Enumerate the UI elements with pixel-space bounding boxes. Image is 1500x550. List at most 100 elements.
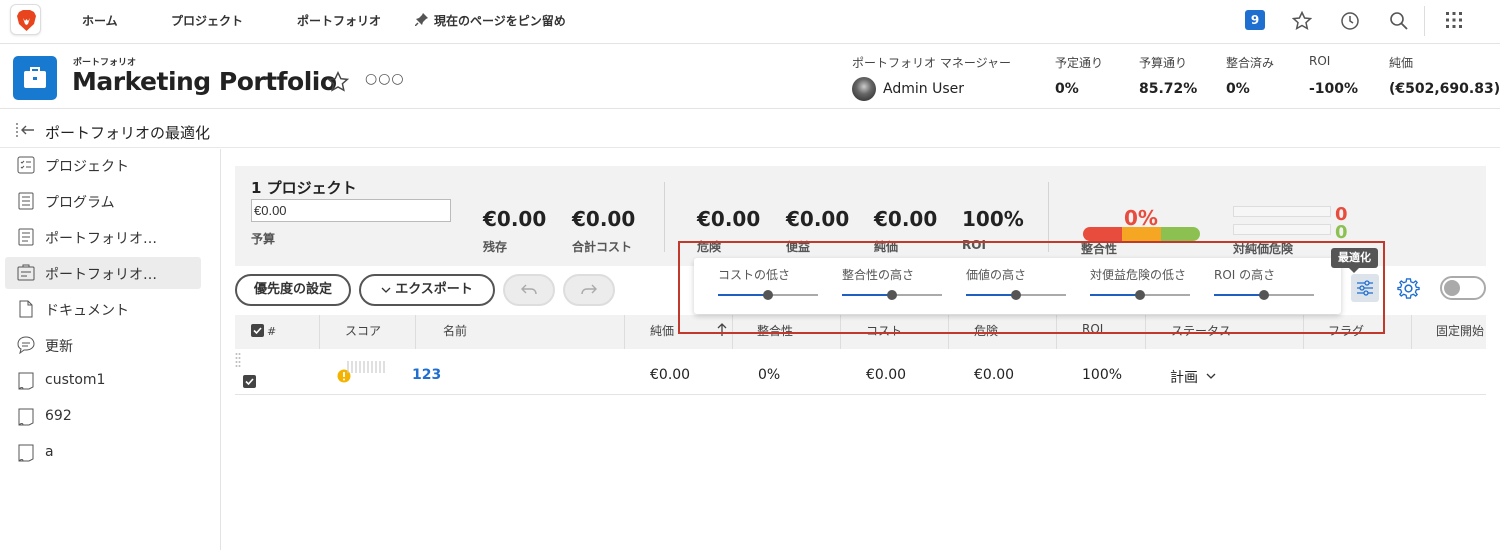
nav-portfolios[interactable]: ポートフォリオ	[297, 12, 381, 29]
undo-icon	[521, 284, 537, 295]
sidebar-item-custom1[interactable]: custom1	[5, 365, 201, 397]
sidebar-item-label: ドキュメント	[45, 303, 129, 319]
column-divider	[415, 315, 416, 349]
sidebar-item-label: プロジェクト	[45, 159, 129, 175]
project-list-icon	[17, 156, 35, 174]
search-icon[interactable]	[1389, 11, 1409, 31]
cell-roi: 100%	[1082, 367, 1123, 383]
document-icon	[19, 300, 33, 318]
settings-gear-icon[interactable]	[1397, 277, 1420, 300]
sidebar: プロジェクト プログラム ポートフォリオ… ポートフォリオ… ドキュメント 更新…	[0, 149, 221, 550]
select-all-checkbox[interactable]	[251, 324, 264, 337]
sidebar-item-692[interactable]: 692	[5, 401, 201, 433]
stat-label-roi: ROI	[1309, 54, 1331, 68]
alignment-bar-orange	[1122, 227, 1161, 241]
chevron-down-icon	[1206, 373, 1216, 379]
row-checkbox[interactable]	[243, 375, 256, 388]
nav-divider	[1424, 6, 1425, 36]
app-grid-icon[interactable]	[1445, 11, 1463, 29]
budget-label: 予算	[251, 232, 276, 246]
stat-value-on-budget: 85.72%	[1139, 81, 1198, 97]
export-label: エクスポート	[395, 282, 473, 297]
sidebar-item-updates[interactable]: 更新	[5, 329, 201, 361]
sidebar-item-portfolio-details[interactable]: ポートフォリオ…	[5, 221, 201, 253]
program-list-icon	[18, 192, 34, 210]
lion-logo-icon	[17, 10, 36, 31]
sidebar-item-a[interactable]: a	[5, 437, 201, 469]
set-priority-button[interactable]: 優先度の設定	[235, 274, 351, 306]
portfolio-header: ポートフォリオ Marketing Portfolio ○○○ ポートフォリオ …	[0, 45, 1500, 109]
nav-projects[interactable]: プロジェクト	[171, 12, 243, 29]
table-row[interactable]: 123 €0.00 0% €0.00 €0.00 100% 計画	[235, 353, 1486, 395]
favorite-star-icon[interactable]	[327, 71, 349, 93]
sidebar-item-projects[interactable]: プロジェクト	[5, 149, 201, 181]
risk-to-net-value-2: 0	[1335, 222, 1348, 243]
manager-name[interactable]: Admin User	[883, 81, 964, 97]
sidebar-item-label: a	[45, 444, 54, 460]
pin-page-link[interactable]: 現在のページをピン留め	[434, 12, 566, 29]
toggle-knob	[1444, 280, 1460, 296]
sidebar-item-documents[interactable]: ドキュメント	[5, 293, 201, 325]
export-button[interactable]: エクスポート	[359, 274, 495, 306]
sidebar-item-programs[interactable]: プログラム	[5, 185, 201, 217]
summary-divider	[664, 182, 665, 252]
cell-risk: €0.00	[974, 367, 1015, 383]
nav-home[interactable]: ホーム	[82, 12, 118, 29]
collapse-sidebar-icon[interactable]	[16, 122, 36, 138]
optimizer-toggle[interactable]	[1440, 276, 1486, 300]
project-name-link[interactable]: 123	[412, 367, 441, 383]
column-name[interactable]: 名前	[443, 322, 467, 339]
favorites-star-icon[interactable]	[1292, 11, 1312, 31]
risk-bar-track	[1233, 206, 1331, 217]
stat-value-roi: -100%	[1309, 81, 1359, 97]
drag-handle-icon[interactable]	[235, 352, 241, 370]
remaining-value: €0.00	[483, 207, 547, 231]
column-net-value[interactable]: 純価	[650, 322, 674, 339]
column-score[interactable]: スコア	[345, 322, 381, 339]
notification-badge[interactable]: 9	[1245, 10, 1265, 30]
app-logo[interactable]	[10, 4, 41, 35]
stat-label-aligned: 整合済み	[1226, 56, 1275, 70]
sidebar-item-label: custom1	[45, 372, 106, 388]
sidebar-item-label: 更新	[45, 339, 73, 355]
redo-button[interactable]	[563, 274, 615, 306]
stat-label-on-time: 予定通り	[1055, 56, 1104, 70]
column-fixed-start[interactable]: 固定開始	[1436, 322, 1484, 339]
redo-icon	[581, 284, 597, 295]
stat-label-on-budget: 予算通り	[1139, 56, 1188, 70]
portfolio-list-icon	[18, 228, 34, 246]
sidebar-item-label: ポートフォリオ…	[45, 231, 157, 247]
alignment-bar-green	[1161, 227, 1200, 241]
status-label: 計画	[1170, 370, 1198, 386]
column-divider	[624, 315, 625, 349]
highlight-frame	[678, 241, 1385, 334]
sidebar-item-portfolio-optimizer[interactable]: ポートフォリオ…	[5, 257, 201, 289]
sidebar-item-label: プログラム	[45, 195, 115, 211]
alignment-bar	[1083, 227, 1200, 241]
net-value: €0.00	[874, 207, 938, 231]
undo-button[interactable]	[503, 274, 555, 306]
comment-icon	[17, 336, 35, 354]
cell-net-value: €0.00	[650, 367, 691, 383]
briefcase-icon	[24, 67, 46, 88]
roi-value: 100%	[962, 207, 1024, 231]
budget-input[interactable]	[251, 199, 451, 222]
risk-bar-track	[1233, 224, 1331, 235]
more-options-icon[interactable]: ○○○	[365, 71, 405, 87]
status-dropdown[interactable]: 計画	[1170, 367, 1216, 387]
portfolio-type-icon	[13, 56, 57, 100]
avatar	[852, 77, 876, 101]
cell-alignment: 0%	[758, 367, 781, 383]
sidebar-item-label: ポートフォリオ…	[45, 267, 157, 283]
chevron-down-icon	[381, 287, 391, 293]
stat-label-net-value: 純価	[1389, 56, 1414, 70]
custom-form-icon	[18, 372, 34, 390]
custom-form-icon	[18, 444, 34, 462]
top-navigation: ホーム プロジェクト ポートフォリオ 現在のページをピン留め 9	[0, 0, 1500, 44]
pin-icon[interactable]	[415, 12, 429, 26]
checkmark-icon	[253, 327, 262, 335]
history-icon[interactable]	[1340, 11, 1360, 31]
column-divider	[1411, 315, 1412, 349]
stat-value-net-value: (€502,690.83)	[1389, 81, 1500, 97]
project-count: 1 プロジェクト	[251, 179, 357, 197]
